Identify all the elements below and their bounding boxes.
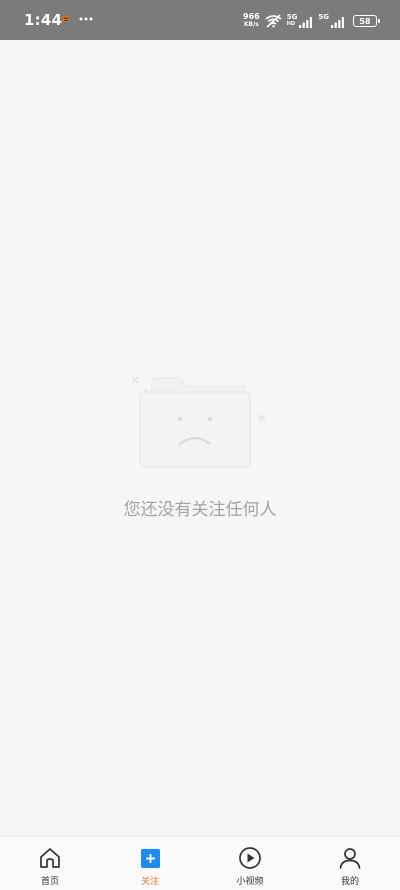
sad-folder-icon (131, 376, 266, 468)
empty-state-message: 您还没有关注任何人 (123, 500, 277, 520)
tab-short-video-label: 小视频 (236, 877, 264, 887)
user-icon (339, 848, 361, 869)
tab-short-video[interactable]: 小视频 (200, 837, 300, 890)
tab-mine-label: 我的 (340, 877, 359, 887)
status-bar: 1:44 966 KB/s 5G HD 5G 58 (0, 0, 400, 40)
following-empty-page: 您还没有关注任何人 (0, 40, 400, 836)
signal-1: 5G HD (287, 14, 314, 28)
signal-1-sub: HD (286, 21, 296, 27)
wifi-off-icon (265, 14, 282, 28)
home-icon (40, 848, 60, 868)
more-dots-icon (79, 17, 93, 20)
status-time: 1:44 (24, 11, 63, 29)
plus-icon (140, 848, 160, 868)
network-speed: 966 KB/s (243, 13, 260, 29)
tab-mine[interactable]: 我的 (300, 837, 400, 890)
battery-icon: 58 (353, 15, 380, 27)
bottom-tab-bar: 首页 关注 小视频 我的 (0, 836, 400, 890)
signal-icon (299, 17, 313, 28)
network-speed-value: 966 (243, 12, 260, 21)
signal-2-label: 5G (318, 13, 329, 21)
play-circle-icon (239, 847, 261, 869)
tab-home-label: 首页 (40, 877, 59, 887)
tab-following[interactable]: 关注 (100, 837, 200, 890)
signal-icon (331, 17, 344, 28)
signal-1-label: 5G (286, 13, 298, 21)
notification-icon (62, 15, 70, 22)
tab-home[interactable]: 首页 (0, 837, 100, 890)
tab-following-label: 关注 (140, 877, 159, 887)
status-left-icons (62, 14, 93, 23)
battery-level: 58 (359, 16, 371, 26)
network-speed-unit: KB/s (243, 21, 259, 28)
status-right: 966 KB/s 5G HD 5G 58 (243, 12, 380, 30)
signal-2: 5G (318, 14, 345, 28)
